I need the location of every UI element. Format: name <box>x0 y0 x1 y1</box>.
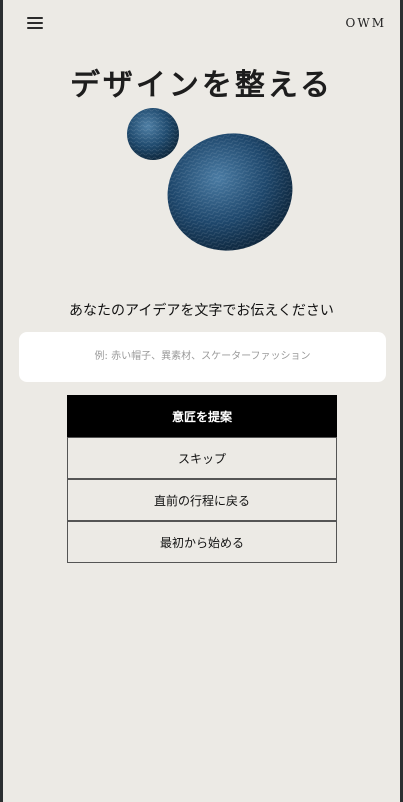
app-screen: OWM デザインを整える あなたのアイデアを文字でお伝えください 例: 赤い帽子… <box>3 0 400 802</box>
propose-design-button[interactable]: 意匠を提案 <box>67 395 337 437</box>
back-to-previous-step-button[interactable]: 直前の行程に戻る <box>67 479 337 521</box>
hamburger-menu-icon[interactable] <box>27 17 43 31</box>
hero-illustration <box>127 108 293 251</box>
idea-prompt: あなたのアイデアを文字でお伝えください <box>69 303 334 319</box>
skip-button[interactable]: スキップ <box>67 437 337 479</box>
brand-logo: OWM <box>345 16 386 30</box>
small-orb <box>127 108 179 160</box>
restart-button[interactable]: 最初から始める <box>67 521 337 563</box>
page-title: デザインを整える <box>69 68 334 103</box>
idea-input[interactable] <box>19 332 386 382</box>
